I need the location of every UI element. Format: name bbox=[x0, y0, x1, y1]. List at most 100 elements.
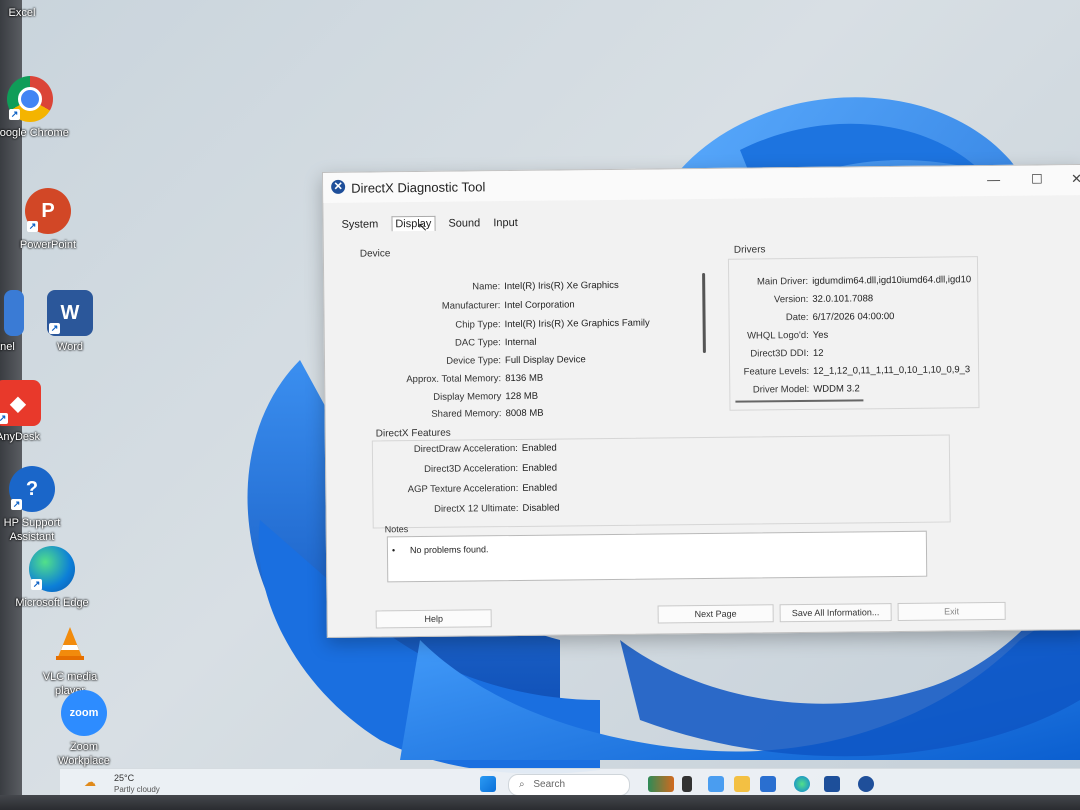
next-page-button[interactable]: Next Page bbox=[657, 604, 774, 624]
driver-row-version: Version: 32.0.101.7088 bbox=[724, 293, 873, 306]
device-type-value: Full Display Device bbox=[504, 354, 586, 367]
anydesk-icon: ◆ ↗ bbox=[0, 380, 41, 426]
feature-row-dx12-ultimate: DirectX 12 Ultimate: Disabled bbox=[372, 502, 560, 516]
shortcut-arrow-icon: ↗ bbox=[0, 413, 8, 424]
whql-label: WHQL Logo'd: bbox=[747, 329, 809, 342]
zoom-icon: zoom bbox=[61, 690, 107, 736]
driver-model-label: Driver Model: bbox=[752, 383, 810, 396]
date-label: Date: bbox=[785, 311, 809, 324]
driver-row-date: Date: 6/17/2026 04:00:00 bbox=[724, 311, 895, 324]
notes-item: No problems found. bbox=[409, 544, 489, 556]
search-box[interactable]: ⌕ Search bbox=[508, 774, 630, 796]
desktop-icon-label: AnyDesk bbox=[0, 431, 41, 443]
shared-memory-label: Shared Memory: bbox=[431, 408, 502, 420]
device-row-manufacturer: Manufacturer: Intel Corporation bbox=[354, 299, 575, 312]
desktop-icon-label: Word bbox=[56, 341, 84, 353]
device-row-total-memory: Approx. Total Memory: 8136 MB bbox=[355, 373, 543, 386]
widget-icon[interactable] bbox=[648, 776, 674, 792]
feature-row-direct3d: Direct3D Acceleration: Enabled bbox=[372, 463, 557, 476]
desktop-icon-vlc[interactable]: VLC media player bbox=[30, 620, 110, 698]
dx12-ultimate-label: DirectX 12 Ultimate: bbox=[433, 502, 519, 515]
file-explorer-icon[interactable] bbox=[734, 776, 750, 792]
direct3d-label: Direct3D Acceleration: bbox=[424, 462, 519, 475]
title-bar[interactable]: ✕ DirectX Diagnostic Tool — ☐ ✕ bbox=[323, 165, 1080, 203]
desktop-icon-anydesk[interactable]: ◆ ↗ AnyDesk bbox=[0, 380, 58, 444]
powerpoint-icon: P ↗ bbox=[25, 188, 71, 234]
weather-icon: ☁ bbox=[84, 775, 96, 789]
start-windows-icon[interactable] bbox=[480, 776, 496, 792]
help-question-icon: ? ↗ bbox=[9, 466, 55, 512]
device-name-value: Intel(R) Iris(R) Xe Graphics bbox=[504, 279, 619, 293]
tab-system[interactable]: System bbox=[341, 218, 378, 230]
driver-row-model: Driver Model: WDDM 3.2 bbox=[725, 383, 860, 395]
close-icon[interactable]: ✕ bbox=[1071, 171, 1080, 187]
app-taskbar-icon[interactable] bbox=[824, 776, 840, 792]
tab-input[interactable]: Input bbox=[493, 217, 518, 229]
directdraw-value: Enabled bbox=[521, 442, 557, 454]
task-view-icon[interactable] bbox=[682, 776, 692, 792]
control-panel-icon bbox=[4, 290, 24, 336]
desktop-icon-label: Microsoft Edge bbox=[15, 597, 89, 609]
help-button[interactable]: Help bbox=[375, 609, 492, 629]
tab-sound[interactable]: Sound bbox=[448, 217, 480, 229]
dxdiag-window: ✕ DirectX Diagnostic Tool — ☐ ✕ System D… bbox=[322, 164, 1080, 638]
edge-icon: ↗ bbox=[29, 546, 75, 592]
device-scrollbar[interactable] bbox=[702, 272, 706, 354]
maximize-icon[interactable]: ☐ bbox=[1031, 171, 1043, 187]
desktop-icon-zoom[interactable]: zoom Zoom Workplace bbox=[44, 690, 124, 768]
desktop-icon-hp-support[interactable]: ? ↗ HP Support Assistant bbox=[0, 466, 72, 544]
desktop-icon-excel[interactable]: Excel bbox=[0, 2, 62, 20]
chrome-icon: ↗ bbox=[7, 76, 53, 122]
feature-row-agp: AGP Texture Acceleration: Enabled bbox=[372, 482, 558, 496]
notes-heading: Notes bbox=[384, 524, 409, 535]
edge-taskbar-icon[interactable] bbox=[794, 776, 810, 792]
desktop-icon-label: Excel bbox=[8, 7, 36, 19]
weather-desc: Partly cloudy bbox=[114, 785, 160, 794]
version-value: 32.0.101.7088 bbox=[812, 293, 874, 305]
drivers-heading: Drivers bbox=[733, 244, 766, 256]
store-icon[interactable] bbox=[760, 776, 776, 792]
minimize-icon[interactable]: — bbox=[987, 172, 1000, 187]
notes-box[interactable]: • No problems found. bbox=[386, 530, 928, 583]
mouse-cursor-icon: ↖ bbox=[417, 219, 428, 235]
display-memory-value: 128 MB bbox=[505, 390, 539, 403]
chip-type-value: Intel(R) Iris(R) Xe Graphics Family bbox=[504, 317, 650, 331]
direct3d-value: Enabled bbox=[522, 462, 558, 474]
desktop-icon-label: Zoom Workplace bbox=[58, 741, 110, 767]
date-value: 6/17/2026 04:00:00 bbox=[812, 311, 895, 323]
device-row-display-memory: Display Memory 128 MB bbox=[355, 391, 538, 404]
tab-strip: System Display Sound Input bbox=[341, 215, 527, 237]
desktop-icon-chrome[interactable]: ↗ Google Chrome bbox=[0, 76, 70, 140]
feature-levels-label: Feature Levels: bbox=[743, 365, 810, 378]
feature-levels-value: 12_1,12_0,11_1,11_0,10_1,10_0,9_3 bbox=[813, 364, 971, 377]
directx-app-icon: ✕ bbox=[331, 179, 346, 194]
device-row-dac-type: DAC Type: Internal bbox=[355, 337, 537, 350]
display-memory-label: Display Memory bbox=[433, 391, 502, 403]
dx12-ultimate-value: Disabled bbox=[522, 502, 560, 514]
copilot-icon[interactable] bbox=[708, 776, 724, 792]
shared-memory-value: 8008 MB bbox=[505, 407, 544, 420]
main-driver-value: igdumdim64.dll,igd10iumd64.dll,igd10 bbox=[812, 274, 972, 287]
exit-button[interactable]: Exit bbox=[897, 601, 1006, 621]
search-icon: ⌕ bbox=[519, 779, 525, 790]
desktop-icon-powerpoint[interactable]: P ↗ PowerPoint bbox=[8, 188, 88, 252]
agp-value: Enabled bbox=[522, 482, 558, 494]
vlc-cone-icon bbox=[47, 620, 93, 666]
device-type-label: Device Type: bbox=[446, 355, 502, 367]
desktop-icon-edge[interactable]: ↗ Microsoft Edge bbox=[12, 546, 92, 610]
desktop-icon-word[interactable]: W ↗ Word bbox=[30, 290, 110, 354]
shortcut-arrow-icon: ↗ bbox=[9, 109, 20, 120]
dac-type-value: Internal bbox=[504, 336, 537, 349]
directx-features-heading: DirectX Features bbox=[375, 427, 451, 440]
driver-row-whql: WHQL Logo'd: Yes bbox=[725, 329, 828, 342]
desktop-icon-label: PowerPoint bbox=[19, 239, 77, 251]
directx-taskbar-icon[interactable] bbox=[858, 776, 874, 792]
device-name-label: Name: bbox=[472, 281, 501, 293]
directdraw-label: DirectDraw Acceleration: bbox=[413, 442, 518, 456]
weather-temp[interactable]: 25°C bbox=[114, 773, 134, 783]
chip-type-label: Chip Type: bbox=[455, 319, 501, 331]
manufacturer-label: Manufacturer: bbox=[441, 300, 501, 312]
save-all-information-button[interactable]: Save All Information... bbox=[779, 603, 892, 623]
tab-display[interactable]: Display bbox=[391, 215, 436, 232]
shortcut-arrow-icon: ↗ bbox=[49, 323, 60, 334]
